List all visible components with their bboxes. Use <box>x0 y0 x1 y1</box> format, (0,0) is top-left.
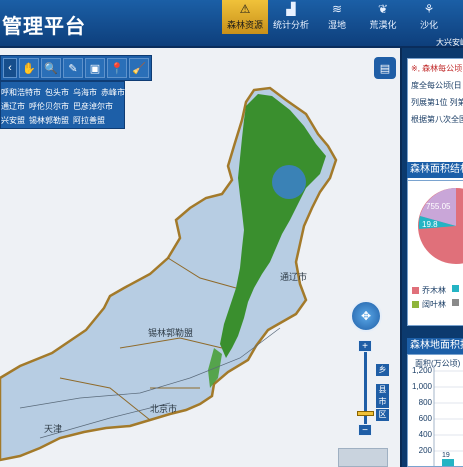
land-area-bar-chart: 面积(万公顷) 1,200 1,000 800 600 400 200 19 <box>407 354 463 467</box>
nav-tab-2[interactable]: ≋ 湿地 <box>314 0 360 34</box>
info-line: 根据第八次全国 <box>411 115 463 124</box>
selection-circle <box>272 165 306 199</box>
app-header: 管理平台 ⚠ 森林资源 ▟ 统计分析 ≋ 湿地 ❦ 荒漠化 ⚘ 沙化 大兴安岭 <box>0 0 463 48</box>
app-title: 管理平台 <box>2 16 86 38</box>
nav-tab-1[interactable]: ▟ 统计分析 <box>268 0 314 34</box>
legend-swatch <box>452 299 459 306</box>
right-panel: ※, 森林每公顷 度全每公顷(日 列展第1位 列第 根据第八次全国 森林面积结构… <box>400 48 463 467</box>
legend-item[interactable]: 阔叶林 <box>412 299 454 310</box>
city-link[interactable]: 通辽市 <box>1 101 25 112</box>
legend-item[interactable] <box>452 299 463 306</box>
location-pin-icon[interactable]: 📍 <box>107 58 127 78</box>
pie-label: 755.05 <box>426 202 451 211</box>
map-label: 天津 <box>44 424 63 434</box>
nav-tab-label: 荒漠化 <box>369 20 397 30</box>
zoom-level-county[interactable]: 县 <box>376 384 389 396</box>
bar-value-label: 19 <box>442 452 450 459</box>
zoom-slider-thumb[interactable] <box>357 411 374 416</box>
city-row: 兴安盟 锡林郭勒盟 阿拉善盟 <box>1 113 124 127</box>
legend-item[interactable] <box>452 285 463 292</box>
city-link[interactable]: 包头市 <box>45 87 69 98</box>
legend-label: 阔叶林 <box>422 300 446 309</box>
city-row: 呼和浩特市 包头市 乌海市 赤峰市 <box>1 85 125 99</box>
nav-tab-label: 统计分析 <box>272 20 309 30</box>
forest-area-title: 森林面积结构 <box>407 162 463 178</box>
zoom-in-button[interactable]: + <box>358 340 372 352</box>
main-nav: ⚠ 森林资源 ▟ 统计分析 ≋ 湿地 ❦ 荒漠化 ⚘ 沙化 <box>222 0 452 34</box>
zoom-search-icon[interactable]: 🔍 <box>41 58 61 78</box>
map-toolbar: ‹ ✋ 🔍 ✎ ▣ 📍 🧹 <box>0 55 152 81</box>
desert-icon: ❦ <box>377 2 389 16</box>
legend-swatch <box>412 287 419 294</box>
info-line: 列展第1位 列第 <box>411 98 463 107</box>
nav-tab-label: 沙化 <box>419 20 438 30</box>
city-link[interactable]: 呼伦贝尔市 <box>29 101 69 112</box>
frame-select-icon[interactable]: ▣ <box>85 58 105 78</box>
info-line: ※, 森林每公顷 <box>411 64 463 73</box>
map-label: 通辽市 <box>280 272 308 282</box>
nav-tab-label: 森林资源 <box>226 20 263 30</box>
zoom-level-city[interactable]: 市 <box>376 396 389 408</box>
map-label: 北京市 <box>150 404 178 414</box>
nav-tab-0[interactable]: ⚠ 森林资源 <box>222 0 268 34</box>
city-link[interactable]: 乌海市 <box>73 87 97 98</box>
info-line: 度全每公顷(日 <box>411 81 462 90</box>
city-link[interactable]: 赤峰市 <box>101 87 125 98</box>
stats-chart-icon: ▟ <box>286 2 296 16</box>
zoom-out-button[interactable]: − <box>358 424 372 436</box>
city-link[interactable]: 兴安盟 <box>1 115 25 126</box>
map-label: 锡林郭勒盟 <box>148 328 194 338</box>
measure-ruler-icon[interactable]: ✎ <box>63 58 83 78</box>
warning-triangle-icon: ⚠ <box>239 2 251 16</box>
wetland-icon: ≋ <box>331 2 343 16</box>
legend-item[interactable]: 乔木林 <box>412 285 454 296</box>
forest-area-pie-chart: 755.05 19.8 乔木林阔叶林 <box>407 180 463 326</box>
user-info: 大兴安岭 <box>436 38 463 47</box>
pie-svg: 755.05 19.8 <box>418 188 463 264</box>
toolbar-collapse-handle[interactable]: ‹ <box>3 58 17 78</box>
city-link[interactable]: 呼和浩特市 <box>1 87 41 98</box>
pie-label: 19.8 <box>422 220 438 229</box>
city-link[interactable]: 巴彦淖尔市 <box>73 101 113 112</box>
bar <box>442 459 454 466</box>
sand-icon: ⚘ <box>423 2 435 16</box>
nav-tab-label: 湿地 <box>327 20 346 30</box>
legend-swatch <box>412 301 419 308</box>
land-area-title: 森林地面积按 <box>407 338 463 354</box>
legend-swatch <box>452 285 459 292</box>
pan-hand-icon[interactable]: ✋ <box>19 58 39 78</box>
nav-tab-3[interactable]: ❦ 荒漠化 <box>360 0 406 34</box>
bar-svg: 19 <box>433 365 463 466</box>
city-row: 通辽市 呼伦贝尔市 巴彦淖尔市 <box>1 99 124 113</box>
map-toggle-icon[interactable]: ▤ <box>374 57 396 79</box>
zoom-level-township[interactable]: 乡 <box>376 364 389 376</box>
city-quick-nav: 呼和浩特市 包头市 乌海市 赤峰市 通辽市 呼伦贝尔市 巴彦淖尔市 兴安盟 锡林郭勒盟 阿拉善盟 <box>0 81 125 129</box>
overview-minimap[interactable] <box>338 448 388 467</box>
city-link[interactable]: 阿拉善盟 <box>73 115 105 126</box>
legend-label: 乔木林 <box>422 286 446 295</box>
nav-tab-4[interactable]: ⚘ 沙化 <box>406 0 452 34</box>
zoom-level-district[interactable]: 区 <box>376 409 389 421</box>
city-link[interactable]: 锡林郭勒盟 <box>29 115 69 126</box>
pan-compass-icon[interactable]: ✥ <box>350 300 382 332</box>
clear-broom-icon[interactable]: 🧹 <box>129 58 149 78</box>
